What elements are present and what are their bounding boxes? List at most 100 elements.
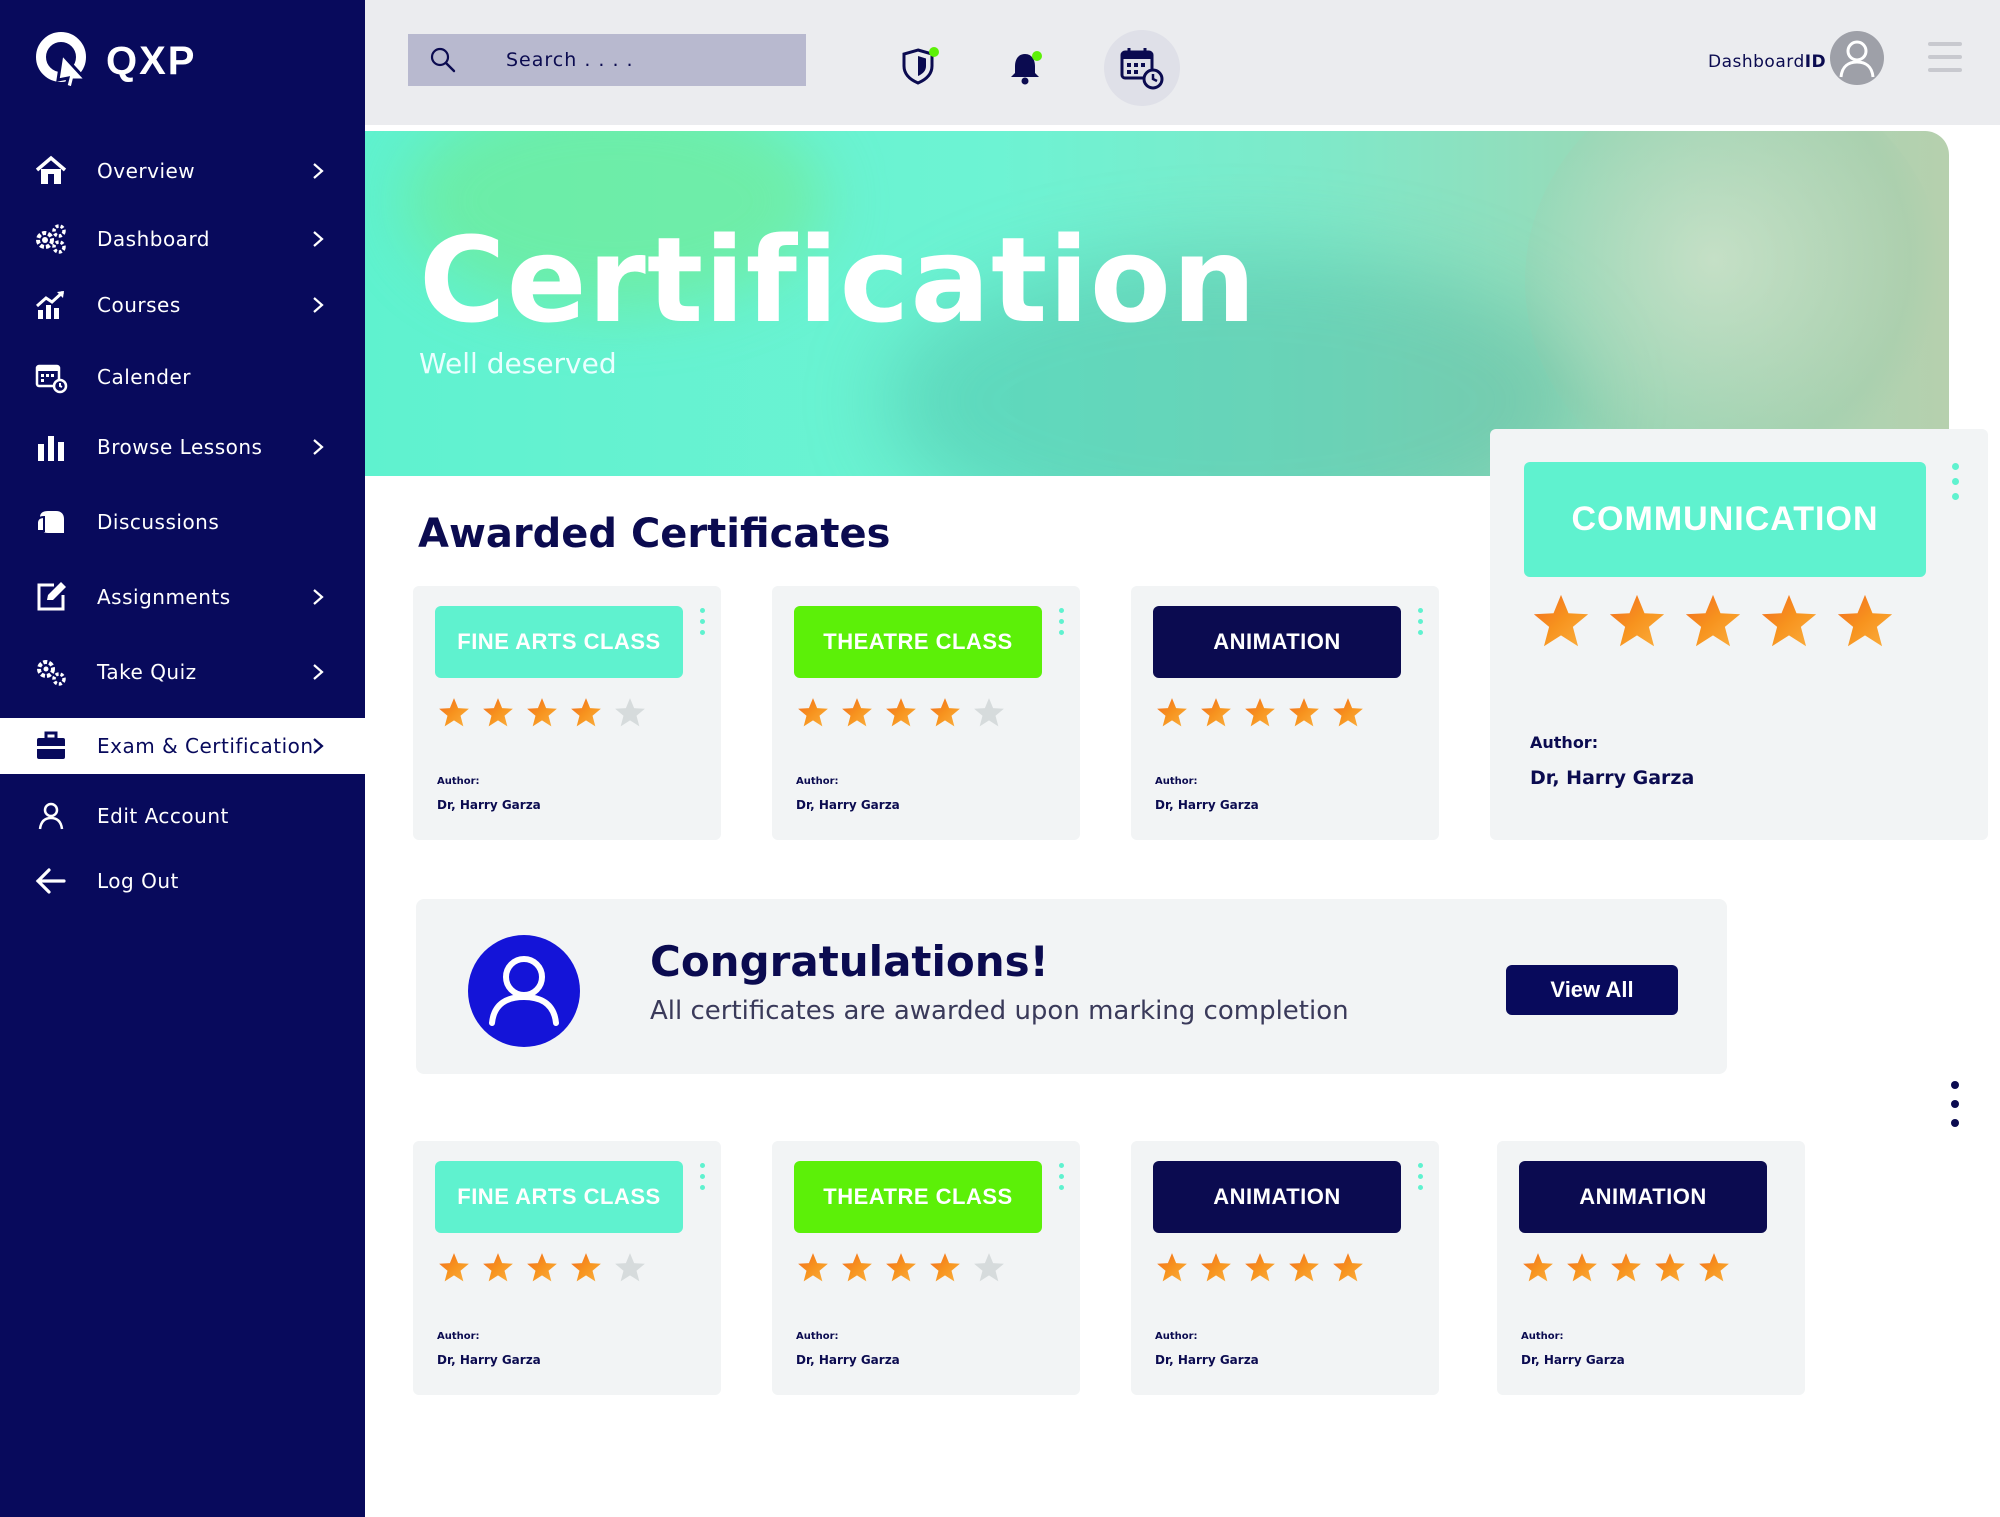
rating-stars (1155, 1251, 1375, 1285)
author-label: Author: (796, 1331, 839, 1342)
card-menu-icon[interactable] (1418, 1163, 1426, 1196)
certificate-card[interactable]: ANIMATION Author: Dr, Harry Garza (1131, 1141, 1439, 1395)
hero-banner: Certification Well deserved (365, 131, 1949, 476)
certificate-title: THEATRE CLASS (794, 606, 1042, 678)
card-menu-icon[interactable] (1418, 608, 1426, 641)
star-filled-icon (1333, 1253, 1363, 1282)
chevron-right-icon (308, 662, 328, 682)
rating-stars (437, 1251, 657, 1285)
author-label: Author: (1530, 733, 1599, 752)
star-filled-icon (798, 698, 828, 727)
briefcase-icon (34, 729, 68, 763)
calendar-button[interactable] (1104, 30, 1180, 106)
star-filled-icon (1523, 1253, 1553, 1282)
certificate-card[interactable]: FINE ARTS CLASS Author: Dr, Harry Garza (413, 1141, 721, 1395)
edit-icon (34, 580, 68, 614)
author-label: Author: (437, 1331, 480, 1342)
star-filled-icon (439, 1253, 469, 1282)
certificate-title: ANIMATION (1153, 1161, 1401, 1233)
card-menu-icon[interactable] (1059, 1163, 1067, 1196)
sidebar-item-label: Browse Lessons (97, 435, 263, 459)
certificate-card[interactable]: FINE ARTS CLASS Author: Dr, Harry Garza (413, 586, 721, 840)
rating-stars (796, 696, 1016, 730)
star-filled-icon (1685, 594, 1741, 647)
user-icon (1839, 40, 1875, 78)
sidebar-item-discussions[interactable]: Discussions (0, 494, 365, 550)
notifications-button[interactable] (1005, 46, 1049, 90)
chevron-right-icon (308, 736, 328, 756)
search-icon (430, 47, 456, 73)
star-filled-icon (886, 1253, 916, 1282)
star-filled-icon (1609, 594, 1665, 647)
rating-stars (1521, 1251, 1741, 1285)
home-icon (34, 154, 68, 188)
sidebar-item-calender[interactable]: Calender (0, 349, 365, 405)
star-filled-icon (483, 1253, 513, 1282)
page-subtitle: Well deserved (419, 347, 617, 380)
author-label: Author: (1155, 1331, 1198, 1342)
sidebar-item-take-quiz[interactable]: Take Quiz (0, 644, 365, 700)
sidebar-item-dashboard[interactable]: Dashboard (0, 211, 365, 267)
logo-text: QXP (106, 38, 197, 83)
chevron-right-icon (308, 587, 328, 607)
sidebar-item-exam-certification[interactable]: Exam & Certification (0, 718, 365, 774)
author-label: Author: (1521, 1331, 1564, 1342)
sidebar-item-label: Edit Account (97, 804, 229, 828)
star-empty-icon (974, 1253, 1004, 1282)
user-icon (34, 799, 68, 833)
logo[interactable]: QXP (34, 30, 196, 92)
certificate-card[interactable]: ANIMATION Author: Dr, Harry Garza (1497, 1141, 1805, 1395)
chevron-right-icon (308, 161, 328, 181)
user-icon (489, 956, 559, 1026)
star-empty-icon (615, 698, 645, 727)
more-options-icon[interactable] (1951, 1081, 1961, 1138)
star-filled-icon (1245, 698, 1275, 727)
star-filled-icon (571, 1253, 601, 1282)
certificate-title: ANIMATION (1519, 1161, 1767, 1233)
gears-icon (34, 222, 68, 256)
congratulations-banner: Congratulations! All certificates are aw… (416, 899, 1727, 1074)
star-filled-icon (1289, 698, 1319, 727)
card-menu-icon[interactable] (700, 1163, 708, 1196)
search-box[interactable]: Search . . . . (408, 34, 806, 86)
star-filled-icon (842, 1253, 872, 1282)
card-menu-icon[interactable] (700, 608, 708, 641)
view-all-button[interactable]: View All (1506, 965, 1678, 1015)
shield-button[interactable] (898, 44, 942, 88)
star-filled-icon (930, 698, 960, 727)
menu-button[interactable] (1928, 42, 1962, 81)
star-filled-icon (527, 1253, 557, 1282)
chevron-right-icon (308, 295, 328, 315)
featured-certificate-card[interactable]: COMMUNICATION Author: Dr, Harry Garza (1490, 429, 1988, 840)
star-filled-icon (1333, 698, 1363, 727)
certificate-card[interactable]: THEATRE CLASS Author: Dr, Harry Garza (772, 586, 1080, 840)
sidebar-item-label: Dashboard (97, 227, 211, 251)
certificate-card[interactable]: ANIMATION Author: Dr, Harry Garza (1131, 586, 1439, 840)
sidebar-item-label: Assignments (97, 585, 231, 609)
certificate-title: FINE ARTS CLASS (435, 1161, 683, 1233)
star-filled-icon (842, 698, 872, 727)
avatar (468, 935, 580, 1047)
rating-stars (437, 696, 657, 730)
star-filled-icon (1201, 1253, 1231, 1282)
sidebar-item-browse-lessons[interactable]: Browse Lessons (0, 419, 365, 475)
user-avatar[interactable] (1830, 31, 1884, 85)
certificate-title: THEATRE CLASS (794, 1161, 1042, 1233)
card-menu-icon[interactable] (1952, 463, 1960, 508)
sidebar-item-log-out[interactable]: Log Out (0, 853, 365, 909)
sidebar: QXP Overview Dashboard Courses Calender … (0, 0, 365, 1517)
rating-stars (1530, 591, 1910, 653)
star-filled-icon (527, 698, 557, 727)
chart-icon (34, 288, 68, 322)
sidebar-item-edit-account[interactable]: Edit Account (0, 788, 365, 844)
star-filled-icon (571, 698, 601, 727)
sidebar-item-courses[interactable]: Courses (0, 277, 365, 333)
sidebar-item-overview[interactable]: Overview (0, 143, 365, 199)
card-menu-icon[interactable] (1059, 608, 1067, 641)
sidebar-item-label: Overview (97, 159, 196, 183)
sidebar-item-assignments[interactable]: Assignments (0, 569, 365, 625)
search-input[interactable]: Search . . . . (506, 49, 634, 71)
certificate-card[interactable]: THEATRE CLASS Author: Dr, Harry Garza (772, 1141, 1080, 1395)
author-name: Dr, Harry Garza (1530, 767, 1695, 789)
star-empty-icon (974, 698, 1004, 727)
